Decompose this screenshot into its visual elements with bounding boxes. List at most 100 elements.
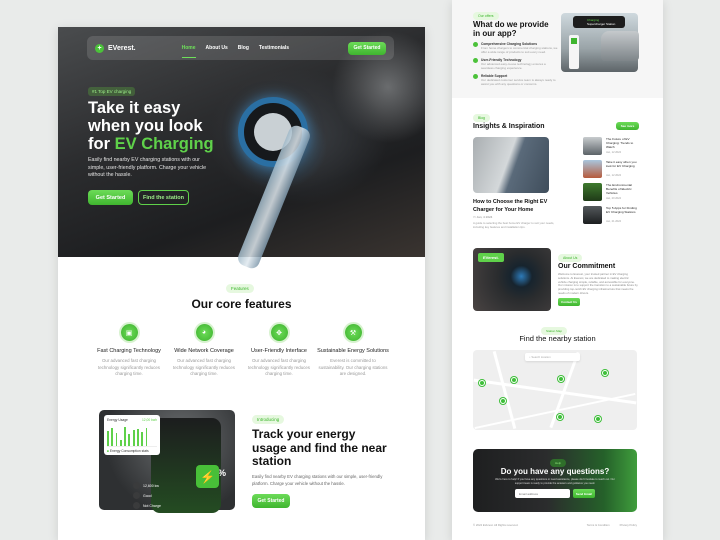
car-image: [601, 31, 639, 61]
nav-link-about[interactable]: About Us: [206, 45, 228, 51]
feature-card: ✥ User-Friendly Interface Our advanced f…: [243, 324, 315, 378]
post-thumbnail: [583, 160, 602, 178]
energy-bar: [132, 430, 135, 446]
charger-image: [569, 35, 579, 69]
stat-icon: [133, 502, 140, 509]
nav-link-blog[interactable]: Blog: [238, 45, 249, 51]
send-email-button[interactable]: Send Email: [573, 489, 595, 498]
energy-bar-chart: [107, 425, 157, 447]
post-thumbnail: [583, 206, 602, 224]
about-pill: About Us: [558, 254, 583, 262]
offer-item: Comprehensive Charging Solutions From hom…: [473, 42, 558, 54]
blog-main-title[interactable]: How to Choose the Right EV Charger for Y…: [473, 198, 558, 214]
station-pin[interactable]: [558, 376, 564, 382]
blog-side-post[interactable]: Top 5 Apps for Finding EV Charging Stati…: [583, 206, 641, 226]
station-pin[interactable]: [479, 380, 485, 386]
blog-main-image[interactable]: [473, 137, 549, 193]
cta-desc: We're here to help! If you have any ques…: [495, 478, 615, 485]
phone-stat: Good: [133, 492, 152, 499]
offers-pill: Our offers: [473, 12, 499, 20]
terms-link[interactable]: Terms & Condition: [587, 523, 610, 527]
energy-bar: [141, 432, 144, 446]
nav-get-started-button[interactable]: Get Started: [348, 41, 386, 55]
track-title: Track your energy usage and find the nea…: [252, 427, 387, 468]
feature-title: Fast Charging Technology: [97, 348, 161, 354]
energy-bar: [119, 439, 122, 446]
blog-main-date: ▭ Jan, 4 2024: [473, 215, 492, 219]
privacy-link[interactable]: Privacy Policy: [620, 523, 637, 527]
energy-usage-value: 12,00 kwh: [141, 418, 157, 422]
see-more-button[interactable]: See more: [616, 122, 639, 130]
charging-station-image: Charging Supercharger Station: [561, 13, 639, 72]
hero-badge: #1 Top EV charging: [88, 87, 136, 96]
date-text: Jan, 4 2024: [476, 215, 493, 219]
landing-page-main: + EVerest. Home About Us Blog Testimonia…: [58, 27, 425, 540]
energy-bar: [124, 427, 126, 446]
energy-usage-title: Energy Usage: [107, 418, 128, 422]
blog-title: Insights & Inspiration: [473, 123, 545, 130]
about-title: Our Commitment: [558, 263, 616, 270]
station-pin[interactable]: [500, 398, 506, 404]
stat-value: Good: [143, 493, 152, 498]
map-search-placeholder: Search location: [531, 355, 551, 359]
hero-title-line2: when you look: [88, 117, 203, 135]
feature-title: Wide Network Coverage: [174, 348, 234, 354]
feature-title: Sustainable Energy Solutions: [317, 348, 389, 354]
energy-bar: [145, 428, 148, 446]
hero-section: + EVerest. Home About Us Blog Testimonia…: [58, 27, 425, 271]
hero-get-started-button[interactable]: Get Started: [88, 190, 133, 205]
about-desc: Welcome to Everest, your trusted partner…: [558, 272, 638, 295]
landing-page-sections: Our offers What do we provide in our app…: [452, 0, 663, 540]
logo-text: EVerest.: [108, 44, 136, 52]
blog-main-desc: A guide to selecting the best home EV ch…: [473, 221, 555, 229]
lightning-bolt-icon: ⚡: [196, 465, 219, 488]
energy-bar: [128, 434, 131, 446]
contact-us-button[interactable]: Contact Us: [558, 298, 580, 306]
about-image: EVerest.: [473, 248, 551, 311]
offer-desc: From home chargers to commercial chargin…: [481, 46, 558, 54]
phone-stat: Not Charge: [133, 502, 161, 509]
charging-status-popup: Charging Supercharger Station: [573, 16, 625, 28]
find-station-button[interactable]: Find the station: [138, 190, 189, 205]
post-date: Jan, 12 2024: [606, 151, 621, 154]
footer: © 2024 EVerest. All Rights reserved. Ter…: [473, 523, 637, 527]
stat-icon: [133, 482, 140, 489]
energy-bar: [115, 433, 118, 446]
map-search-input[interactable]: ⌕ Search location: [525, 353, 580, 361]
blog-side-post[interactable]: The Environmental Benefits of Electric V…: [583, 183, 641, 203]
post-title: The Environmental Benefits of Electric V…: [606, 183, 632, 195]
offer-desc: Our advanced easy-to-use technology ensu…: [481, 62, 546, 70]
logo[interactable]: + EVerest.: [95, 43, 136, 53]
phone-stat: 12,600 kw: [133, 482, 159, 489]
offers-section: Our offers What do we provide in our app…: [452, 0, 663, 98]
nav-links: Home About Us Blog Testimonials: [181, 45, 289, 58]
feature-desc: Our advanced fast charging technology si…: [173, 358, 235, 377]
post-title: The Future of EV Charging: Trends to Wat…: [606, 137, 634, 149]
blog-side-post[interactable]: Take it easy when you look for EV Chargi…: [583, 160, 641, 180]
feature-title: User-Friendly Interface: [251, 348, 307, 354]
energy-bar: [137, 429, 139, 446]
station-pin[interactable]: [511, 377, 517, 383]
blog-pill: Blog: [473, 114, 491, 122]
feature-desc: Our advanced fast charging technology si…: [248, 358, 310, 377]
station-pin[interactable]: [595, 416, 601, 422]
station-map[interactable]: ⌕ Search location: [473, 350, 637, 430]
station-pin[interactable]: [602, 370, 608, 376]
track-get-started-button[interactable]: Get Started: [252, 494, 290, 508]
feature-card: ▣ Fast Charging Technology Our advanced …: [93, 324, 165, 378]
email-input[interactable]: [515, 489, 570, 498]
blog-side-post[interactable]: The Future of EV Charging: Trends to Wat…: [583, 137, 641, 157]
feature-card: ⚒ Sustainable Energy Solutions Everest i…: [317, 324, 389, 378]
nav-link-home[interactable]: Home: [181, 45, 196, 58]
offer-item: User-Friendly Technology Our advanced eas…: [473, 58, 558, 70]
post-thumbnail: [583, 183, 602, 201]
hero-description: Easily find nearby EV charging stations …: [88, 157, 207, 178]
station-pin[interactable]: [557, 414, 563, 420]
offers-title: What do we provide in our app?: [473, 20, 549, 38]
feature-card: ◕ Wide Network Coverage Our advanced fas…: [168, 324, 240, 378]
post-date: Jan, 20 2024: [606, 197, 621, 200]
energy-usage-card: Energy Usage 12,00 kwh ■ Energy Consumpti…: [104, 415, 160, 455]
nav-link-testimonials[interactable]: Testimonials: [259, 45, 289, 51]
introducing-pill: Introducing: [252, 415, 285, 424]
hero-title: Take it easy when you look for EV Chargi…: [88, 99, 288, 153]
